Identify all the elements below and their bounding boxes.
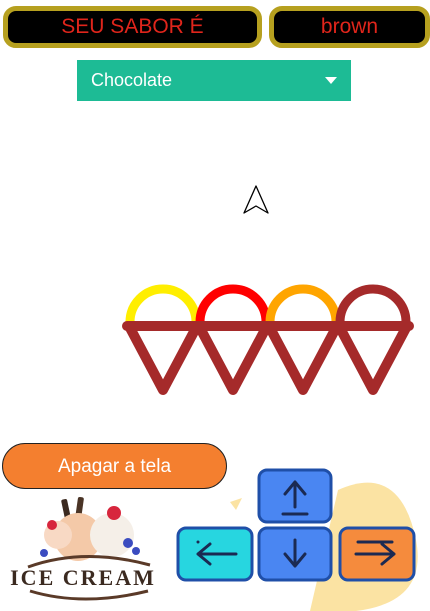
flavor-select[interactable]: Chocolate [77, 60, 351, 101]
ice-cream-cone [194, 321, 272, 395]
ice-cream-scoop [265, 284, 341, 323]
flavor-value-text: brown [320, 15, 379, 38]
ice-cream-cone [124, 321, 202, 395]
ice-cream-scoop [195, 284, 271, 323]
clear-screen-label: Apagar a tela [57, 456, 172, 477]
ice-cream-cone [334, 321, 412, 395]
left-key[interactable] [176, 526, 254, 582]
navigation-arrow-icon [243, 185, 269, 214]
down-key[interactable] [257, 526, 333, 582]
up-key[interactable] [257, 468, 333, 524]
flavor-value-badge: brown [269, 6, 430, 48]
flavor-select-value: Chocolate [91, 70, 173, 90]
chevron-down-icon [325, 77, 337, 84]
right-key[interactable] [338, 526, 416, 582]
ice-cream-logo: ICE CREAM [10, 496, 156, 601]
drawing-canvas[interactable] [0, 110, 430, 440]
ice-cream-scoop [125, 284, 201, 323]
logo-text: ICE CREAM [10, 565, 156, 590]
ice-cream-scoop [335, 284, 411, 323]
ice-cream-cone [264, 321, 342, 395]
flavor-label-text: SEU SABOR É [61, 15, 204, 38]
flavor-label-badge: SEU SABOR É [3, 6, 262, 48]
arrow-keypad [176, 468, 418, 611]
